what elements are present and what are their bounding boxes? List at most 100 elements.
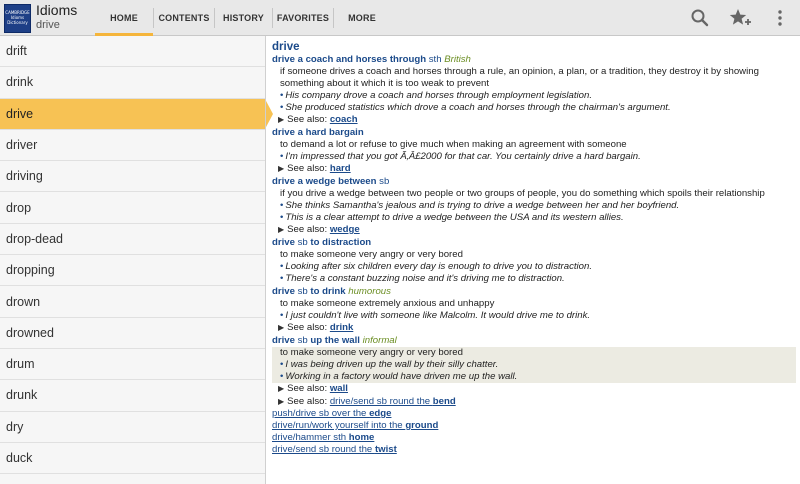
bullet-icon: •	[280, 310, 284, 321]
see-also-link[interactable]: wall	[330, 383, 348, 394]
idiom-phrase-part: up the wall	[310, 335, 360, 346]
see-also-link[interactable]: coach	[330, 114, 358, 125]
cross-ref-text: drive/run/work yourself into the	[272, 420, 406, 431]
bullet-icon: •	[280, 212, 284, 223]
idiom-list: drive a coach and horses through sth Bri…	[272, 54, 796, 395]
example-text: There's a constant buzzing noise and it'…	[285, 273, 565, 284]
word-list-item[interactable]: drown	[0, 286, 265, 318]
idiom-entry: drive a coach and horses through sth Bri…	[272, 54, 796, 126]
example-sentence: • His company drove a coach and horses th…	[272, 90, 796, 102]
tab-label: CONTENTS	[158, 13, 210, 23]
idiom-phrase: drive a hard bargain	[272, 127, 796, 139]
idiom-entry: drive sb to drink humorous to make someon…	[272, 286, 796, 334]
word-list-item[interactable]: drowned	[0, 318, 265, 349]
tab-history[interactable]: HISTORY	[215, 0, 272, 36]
idiom-phrase-part: drive	[272, 237, 295, 248]
see-also-link[interactable]: hard	[330, 163, 351, 174]
bullet-icon: •	[280, 151, 284, 162]
word-list[interactable]: drift drink drive driver driving drop drop-dea…	[0, 36, 273, 484]
definition: if someone drives a coach and horses thr…	[280, 66, 759, 89]
idiom-phrase-part: drive	[272, 286, 295, 297]
example-text: She produced statistics which drove a co…	[285, 102, 671, 113]
pane-divider	[265, 36, 266, 484]
see-also-link[interactable]: wedge	[330, 224, 360, 235]
idiom-phrase-part: to drink	[310, 286, 346, 297]
example-sentence: • There's a constant buzzing noise and it…	[272, 273, 796, 285]
footer-see-also: ▶ See also: drive/send sb round the bend	[272, 396, 796, 408]
word-list-item[interactable]: duck	[0, 443, 265, 475]
example-text: I was being driven up the wall by their …	[285, 359, 499, 370]
see-also: ▶ See also: wall	[272, 383, 796, 395]
definition: to make someone very angry or very bored	[280, 249, 463, 260]
example-sentence: • I was being driven up the wall by their…	[272, 359, 796, 371]
idiom-phrase: drive a wedge between sb	[272, 176, 796, 188]
cross-ref-text: drive/send sb round the	[329, 396, 433, 407]
bullet-icon: •	[280, 102, 284, 113]
cross-ref-link[interactable]: drive/hammer sth home	[272, 432, 796, 444]
tab-contents[interactable]: CONTENTS	[154, 0, 214, 36]
tab-home[interactable]: HOME	[95, 0, 153, 36]
cross-ref-link[interactable]: drive/send sb round the bend	[330, 396, 456, 407]
add-favorite-star-icon[interactable]	[728, 6, 752, 30]
entry-content: drive drive a coach and horses through s…	[268, 37, 800, 484]
word-list-item[interactable]: driving	[0, 161, 265, 193]
highlighted-definition: to make someone very angry or very bored…	[272, 347, 796, 383]
app-logo[interactable]: CAMBRIDGE Idioms Dictionary	[4, 4, 31, 33]
word-list-item[interactable]: drink	[0, 67, 265, 99]
idiom-placeholder: sb	[294, 335, 311, 346]
cross-ref-text: drive/hammer sth	[272, 432, 349, 443]
cross-ref-keyword: home	[348, 432, 375, 443]
tab-more[interactable]: MORE	[334, 0, 390, 36]
tab-label: HISTORY	[223, 13, 264, 23]
word-list-item[interactable]: drive	[0, 98, 273, 130]
idiom-placeholder: sb	[294, 286, 311, 297]
word-list-item[interactable]: dry	[0, 412, 265, 443]
tab-label: HOME	[110, 13, 138, 23]
definition: to make someone very angry or very bored	[280, 347, 463, 358]
tab-label: MORE	[348, 13, 376, 23]
tab-label: FAVORITES	[276, 13, 330, 23]
example-sentence: • I'm impressed that you got Ã‚Â£2000 for…	[272, 151, 796, 163]
bullet-icon: •	[280, 359, 284, 370]
word-list-item[interactable]: drift	[0, 36, 265, 68]
see-also-label: See also:	[287, 322, 328, 333]
cross-ref-link[interactable]: drive/send sb round the twist	[272, 444, 796, 456]
cross-ref-link[interactable]: drive/run/work yourself into the ground	[272, 420, 796, 432]
usage-label: informal	[362, 335, 397, 346]
cross-ref-text: drive/send sb round the	[272, 444, 375, 455]
triangle-icon: ▶	[278, 225, 285, 234]
word-list-item[interactable]: drop-dead	[0, 224, 265, 256]
see-also-link[interactable]: drink	[330, 322, 353, 333]
example-text: His company drove a coach and horses thr…	[285, 90, 592, 101]
overflow-menu-icon[interactable]	[768, 6, 792, 30]
word-list-item[interactable]: drop	[0, 192, 265, 224]
logo-text: CAMBRIDGE Idioms Dictionary	[5, 10, 30, 25]
see-also: ▶ See also: coach	[272, 114, 796, 126]
word-list-item[interactable]: drum	[0, 349, 265, 381]
idiom-phrase-part: drive	[272, 335, 295, 346]
example-sentence: • This is a clear attempt to drive a wedg…	[272, 212, 796, 224]
see-also-label: See also:	[287, 114, 328, 125]
word-list-item[interactable]: drunk	[0, 380, 265, 412]
cross-ref-list: push/drive sb over the edge drive/run/wor…	[272, 408, 796, 456]
tab-favorites[interactable]: FAVORITES	[273, 0, 333, 36]
example-sentence: • She thinks Samantha's jealous and is tr…	[272, 200, 796, 212]
cross-ref-text: push/drive sb over the	[272, 408, 370, 419]
word-list-item[interactable]: driver	[0, 130, 265, 162]
word-list-item[interactable]: dropping	[0, 255, 265, 287]
idiom-phrase: drive a coach and horses through sth Bri…	[272, 54, 796, 66]
triangle-icon: ▶	[278, 323, 285, 332]
headword: drive	[272, 41, 300, 53]
cross-ref-link[interactable]: push/drive sb over the edge	[272, 408, 796, 420]
cross-ref-keyword: twist	[374, 444, 397, 455]
example-text: She thinks Samantha's jealous and is try…	[285, 200, 680, 211]
triangle-icon: ▶	[278, 384, 285, 393]
see-also-label: See also:	[287, 383, 328, 394]
example-text: Working in a factory would have driven m…	[285, 371, 518, 382]
action-bar: CAMBRIDGE Idioms Dictionary Idioms drive…	[0, 0, 800, 36]
search-icon[interactable]	[688, 6, 712, 30]
idiom-phrase: drive sb to drink humorous	[272, 286, 796, 298]
see-also-label: See also:	[287, 163, 328, 174]
triangle-icon: ▶	[278, 397, 285, 406]
idiom-phrase-part: drive a hard bargain	[272, 127, 364, 138]
